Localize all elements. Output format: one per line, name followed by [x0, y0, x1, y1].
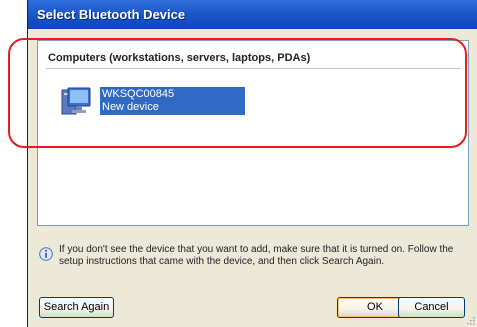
window-title: Select Bluetooth Device: [37, 7, 186, 22]
title-bar[interactable]: Select Bluetooth Device: [28, 0, 477, 29]
device-list[interactable]: Computers (workstations, servers, laptop…: [37, 40, 469, 226]
computer-icon[interactable]: [60, 86, 94, 118]
info-icon: [39, 247, 53, 261]
search-again-button[interactable]: Search Again: [39, 297, 114, 318]
resize-grip-icon[interactable]: [465, 315, 475, 325]
device-name: WKSQC00845: [102, 88, 175, 100]
select-bluetooth-device-dialog: Select Bluetooth Device Computers (works…: [27, 0, 477, 327]
device-item[interactable]: WKSQC00845 New device: [100, 87, 245, 115]
group-divider: [46, 68, 460, 69]
info-text: If you don't see the device that you wan…: [59, 244, 454, 267]
cancel-button[interactable]: Cancel: [398, 297, 465, 318]
group-header: Computers (workstations, servers, laptop…: [48, 52, 311, 64]
device-status: New device: [102, 101, 159, 113]
